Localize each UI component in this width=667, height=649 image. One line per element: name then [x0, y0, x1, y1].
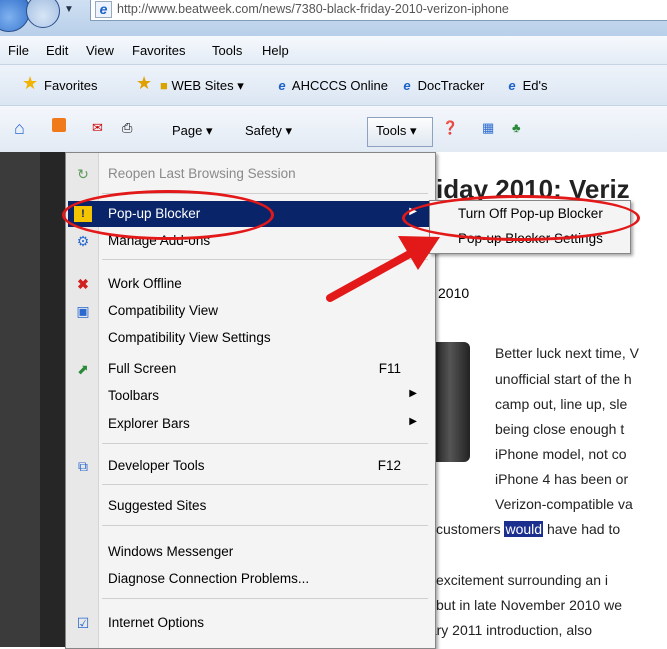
article-date: 2010 — [438, 285, 470, 301]
fav-eds[interactable]: e Ed's — [505, 78, 547, 93]
menu-favorites[interactable]: Favorites — [132, 43, 185, 58]
article-line: iPhone model, not co — [495, 446, 627, 462]
menu-item-explorer-bars[interactable]: Explorer Bars ▶ — [68, 411, 431, 437]
back-button[interactable] — [0, 0, 30, 32]
compatibility-icon: ▣ — [76, 303, 90, 319]
ie-icon: e — [278, 78, 286, 93]
forward-button[interactable] — [26, 0, 60, 28]
submenu-arrow-icon: ▶ — [409, 388, 417, 399]
menu-item-suggested-sites[interactable]: Suggested Sites — [68, 493, 431, 519]
article-line: but in late November 2010 we — [436, 597, 622, 613]
menu-separator — [102, 484, 428, 485]
messenger-icon[interactable]: ♣ — [512, 120, 521, 135]
fav-web-sites[interactable]: ■ WEB Sites ▾ — [160, 78, 244, 94]
menu-tools[interactable]: Tools — [212, 43, 242, 58]
menu-item-windows-messenger[interactable]: Windows Messenger — [68, 539, 431, 565]
favorites-bar: ★ Favorites ★ ■ WEB Sites ▾ e AHCCCS Onl… — [0, 65, 667, 106]
iphone-image — [430, 342, 470, 462]
article-line: being close enough t — [495, 421, 625, 437]
folder-icon: ■ — [160, 78, 168, 93]
highlighted-word: would — [504, 521, 544, 537]
menu-help[interactable]: Help — [262, 43, 289, 58]
reopen-icon: ↻ — [77, 166, 89, 182]
menu-edit[interactable]: Edit — [46, 43, 68, 58]
menu-separator — [102, 525, 428, 526]
menu-item-developer-tools[interactable]: ⧉ Developer Tools F12 — [68, 453, 431, 479]
research-icon[interactable]: ▦ — [482, 120, 494, 136]
feeds-icon[interactable] — [52, 118, 66, 132]
menu-view[interactable]: View — [86, 43, 114, 58]
command-bar: ⌂ ✉ ⎙ Page ▾ Safety ▾ Tools ▾ ❓ ▦ ♣ — [0, 106, 667, 152]
ie-page-icon: e — [95, 1, 112, 18]
tools-label: Tools ▾ — [376, 123, 417, 138]
menu-item-diagnose-connection[interactable]: Diagnose Connection Problems... — [68, 566, 431, 592]
annotation-circle — [62, 190, 274, 240]
home-icon[interactable]: ⌂ — [14, 118, 25, 139]
fav-doctracker[interactable]: e DocTracker — [400, 78, 484, 93]
article-line: Better luck next time, V — [495, 345, 639, 361]
read-mail-icon[interactable]: ✉ — [92, 120, 103, 136]
menu-separator — [102, 259, 428, 260]
menu-item-toolbars[interactable]: Toolbars ▶ — [68, 383, 431, 409]
article-line: unofficial start of the h — [495, 371, 632, 387]
article-line: excitement surrounding an i — [436, 572, 608, 588]
article-line: camp out, line up, sle — [495, 396, 628, 412]
fav-ahcccs[interactable]: e AHCCCS Online — [275, 78, 388, 93]
article-line: Verizon-compatible va — [495, 496, 633, 512]
add-favorites-icon[interactable]: ★ — [136, 73, 152, 94]
sidebar-dark — [0, 152, 40, 647]
address-url[interactable]: http://www.beatweek.com/news/7380-black-… — [117, 2, 509, 16]
favorites-button[interactable]: Favorites — [44, 78, 97, 93]
fullscreen-icon: ⬈ — [77, 361, 89, 377]
article-line: iPhone 4 has been or — [495, 471, 629, 487]
page-menu-button[interactable]: Page ▾ — [172, 123, 213, 139]
menu-item-internet-options[interactable]: ☑ Internet Options — [68, 610, 431, 636]
tools-menu-button[interactable]: Tools ▾ — [367, 117, 433, 147]
developer-tools-icon: ⧉ — [78, 458, 88, 474]
history-dropdown-icon[interactable]: ▼ — [64, 4, 74, 15]
safety-menu-button[interactable]: Safety ▾ — [245, 123, 292, 139]
menu-separator — [102, 443, 428, 444]
help-icon[interactable]: ❓ — [442, 120, 458, 136]
menu-bar: File Edit View Favorites Tools Help — [0, 36, 667, 65]
print-icon[interactable]: ⎙ — [122, 120, 132, 136]
annotation-circle — [402, 195, 640, 241]
menu-item-compatibility-settings[interactable]: Compatibility View Settings — [68, 325, 431, 351]
internet-options-icon: ☑ — [76, 615, 90, 631]
menu-file[interactable]: File — [8, 43, 29, 58]
menu-item-full-screen[interactable]: ⬈ Full Screen F11 — [68, 356, 431, 382]
work-offline-icon: ✖ — [77, 276, 89, 292]
ie-icon: e — [403, 78, 411, 93]
menu-item-reopen-session[interactable]: ↻ Reopen Last Browsing Session — [68, 161, 431, 187]
submenu-arrow-icon: ▶ — [409, 416, 417, 427]
menu-item-work-offline[interactable]: ✖ Work Offline — [68, 271, 431, 297]
address-bar[interactable]: e http://www.beatweek.com/news/7380-blac… — [90, 0, 667, 21]
menu-separator — [102, 598, 428, 599]
address-row: ▼ e http://www.beatweek.com/news/7380-bl… — [0, 0, 667, 36]
addons-icon: ⚙ — [76, 233, 90, 249]
article-line: customers would have had to — [436, 521, 621, 537]
ie-icon: e — [508, 78, 516, 93]
favorites-star-icon: ★ — [22, 73, 39, 93]
menu-item-compatibility-view[interactable]: ▣ Compatibility View — [68, 298, 431, 324]
